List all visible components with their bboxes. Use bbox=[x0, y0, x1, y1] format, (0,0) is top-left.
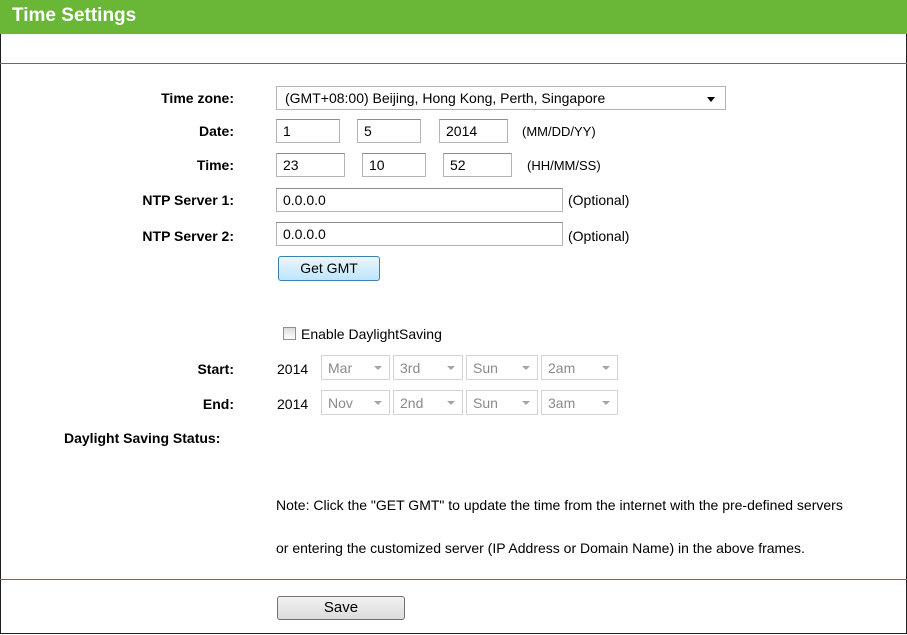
ntp1-hint: (Optional) bbox=[568, 192, 630, 208]
dst-start-label: Start: bbox=[197, 361, 234, 377]
chevron-down-icon bbox=[447, 401, 455, 405]
dst-start-week-select[interactable]: 3rd bbox=[393, 355, 463, 380]
ntp1-input[interactable]: 0.0.0.0 bbox=[276, 188, 563, 212]
dst-start-month-value: Mar bbox=[328, 360, 353, 376]
note-line-1: Note: Click the "GET GMT" to update the … bbox=[276, 497, 843, 513]
timezone-value: (GMT+08:00) Beijing, Hong Kong, Perth, S… bbox=[285, 90, 606, 106]
dst-end-year: 2014 bbox=[277, 396, 309, 412]
ntp2-hint: (Optional) bbox=[568, 228, 630, 244]
enable-dst-label: Enable DaylightSaving bbox=[301, 326, 442, 342]
dst-start-day-select[interactable]: Sun bbox=[466, 355, 538, 380]
chevron-down-icon bbox=[602, 401, 610, 405]
dst-end-label: End: bbox=[202, 396, 234, 412]
ntp1-label: NTP Server 1: bbox=[142, 192, 234, 208]
dst-start-year: 2014 bbox=[277, 361, 309, 377]
dst-start-hour-select[interactable]: 2am bbox=[541, 355, 618, 380]
bottom-divider bbox=[0, 579, 907, 580]
enable-dst-checkbox[interactable] bbox=[283, 327, 296, 340]
ntp2-label: NTP Server 2: bbox=[142, 228, 234, 244]
dst-end-week-select[interactable]: 2nd bbox=[393, 390, 463, 415]
date-label: Date: bbox=[198, 123, 234, 139]
date-day-input[interactable]: 5 bbox=[357, 119, 421, 143]
chevron-down-icon bbox=[374, 401, 382, 405]
dst-end-month-value: Nov bbox=[328, 395, 353, 411]
date-year-input[interactable]: 2014 bbox=[439, 119, 508, 143]
chevron-down-icon bbox=[447, 366, 455, 370]
page-title: Time Settings bbox=[12, 5, 137, 26]
dst-end-day-select[interactable]: Sun bbox=[466, 390, 538, 415]
dst-end-hour-value: 3am bbox=[548, 395, 576, 411]
dst-end-hour-select[interactable]: 3am bbox=[541, 390, 618, 415]
date-month-input[interactable]: 1 bbox=[276, 119, 340, 143]
dst-end-month-select[interactable]: Nov bbox=[321, 390, 390, 415]
dst-start-month-select[interactable]: Mar bbox=[321, 355, 390, 380]
timezone-select[interactable]: (GMT+08:00) Beijing, Hong Kong, Perth, S… bbox=[276, 86, 726, 110]
chevron-down-icon bbox=[374, 366, 382, 370]
chevron-down-icon bbox=[602, 366, 610, 370]
chevron-down-icon bbox=[522, 401, 530, 405]
dst-end-day-value: Sun bbox=[473, 395, 498, 411]
timezone-label: Time zone: bbox=[161, 90, 234, 106]
time-label: Time: bbox=[196, 157, 234, 173]
dst-start-week-value: 3rd bbox=[400, 360, 421, 376]
get-gmt-button[interactable]: Get GMT bbox=[278, 256, 380, 281]
dst-start-day-value: Sun bbox=[473, 360, 498, 376]
time-format-hint: (HH/MM/SS) bbox=[527, 158, 601, 173]
dst-status-label: Daylight Saving Status: bbox=[64, 430, 221, 446]
dst-start-hour-value: 2am bbox=[548, 360, 576, 376]
time-second-input[interactable]: 52 bbox=[443, 153, 512, 177]
title-bar: Time Settings bbox=[0, 0, 907, 34]
time-minute-input[interactable]: 10 bbox=[362, 153, 426, 177]
ntp2-input[interactable]: 0.0.0.0 bbox=[276, 222, 563, 246]
note-line-2: or entering the customized server (IP Ad… bbox=[276, 540, 805, 556]
dst-end-week-value: 2nd bbox=[400, 395, 424, 411]
top-divider bbox=[0, 63, 907, 64]
chevron-down-icon bbox=[707, 97, 715, 102]
time-hour-input[interactable]: 23 bbox=[276, 153, 345, 177]
chevron-down-icon bbox=[522, 366, 530, 370]
save-button[interactable]: Save bbox=[277, 596, 405, 620]
date-format-hint: (MM/DD/YY) bbox=[522, 124, 596, 139]
